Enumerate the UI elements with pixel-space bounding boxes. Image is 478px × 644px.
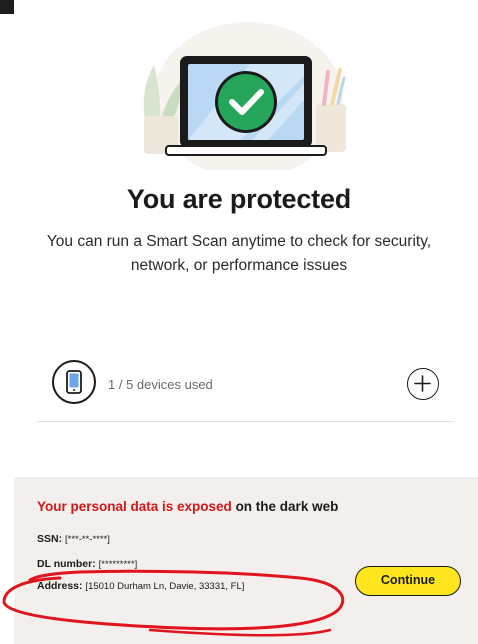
smartphone-icon xyxy=(52,360,96,404)
address-field: Address: [15010 Durham Ln, Davie, 33331,… xyxy=(37,580,244,592)
dark-web-panel: Your personal data is exposed on the dar… xyxy=(14,477,478,644)
window-corner xyxy=(0,0,28,14)
plus-icon xyxy=(414,375,431,392)
page-title: You are protected xyxy=(126,184,352,214)
dark-web-title: Your personal data is exposed on the dar… xyxy=(37,499,338,514)
ssn-value: [***-**-****] xyxy=(65,534,110,545)
dl-number-label: DL number: xyxy=(37,558,99,570)
address-label: Address: xyxy=(37,580,86,592)
laptop-check-illustration xyxy=(143,22,346,170)
dl-number-field: DL number: [*********] xyxy=(37,558,137,570)
add-device-button[interactable] xyxy=(407,368,439,400)
dark-web-alert-text: Your personal data is exposed xyxy=(37,499,232,514)
dark-web-title-rest: on the dark web xyxy=(231,499,339,514)
devices-row: 1 / 5 devices used xyxy=(37,360,454,422)
devices-used-label: 1 / 5 devices used xyxy=(108,377,213,392)
continue-button[interactable]: Continue xyxy=(355,566,461,596)
page-subtitle: You can run a Smart Scan anytime to chec… xyxy=(46,233,432,274)
ssn-label: SSN: xyxy=(37,533,66,545)
dl-number-value: [*********] xyxy=(98,559,138,570)
address-value: [15010 Durham Ln, Davie, 33331, FL] xyxy=(85,581,245,592)
ssn-field: SSN: [***-**-****] xyxy=(37,533,110,545)
section-divider xyxy=(37,421,454,422)
